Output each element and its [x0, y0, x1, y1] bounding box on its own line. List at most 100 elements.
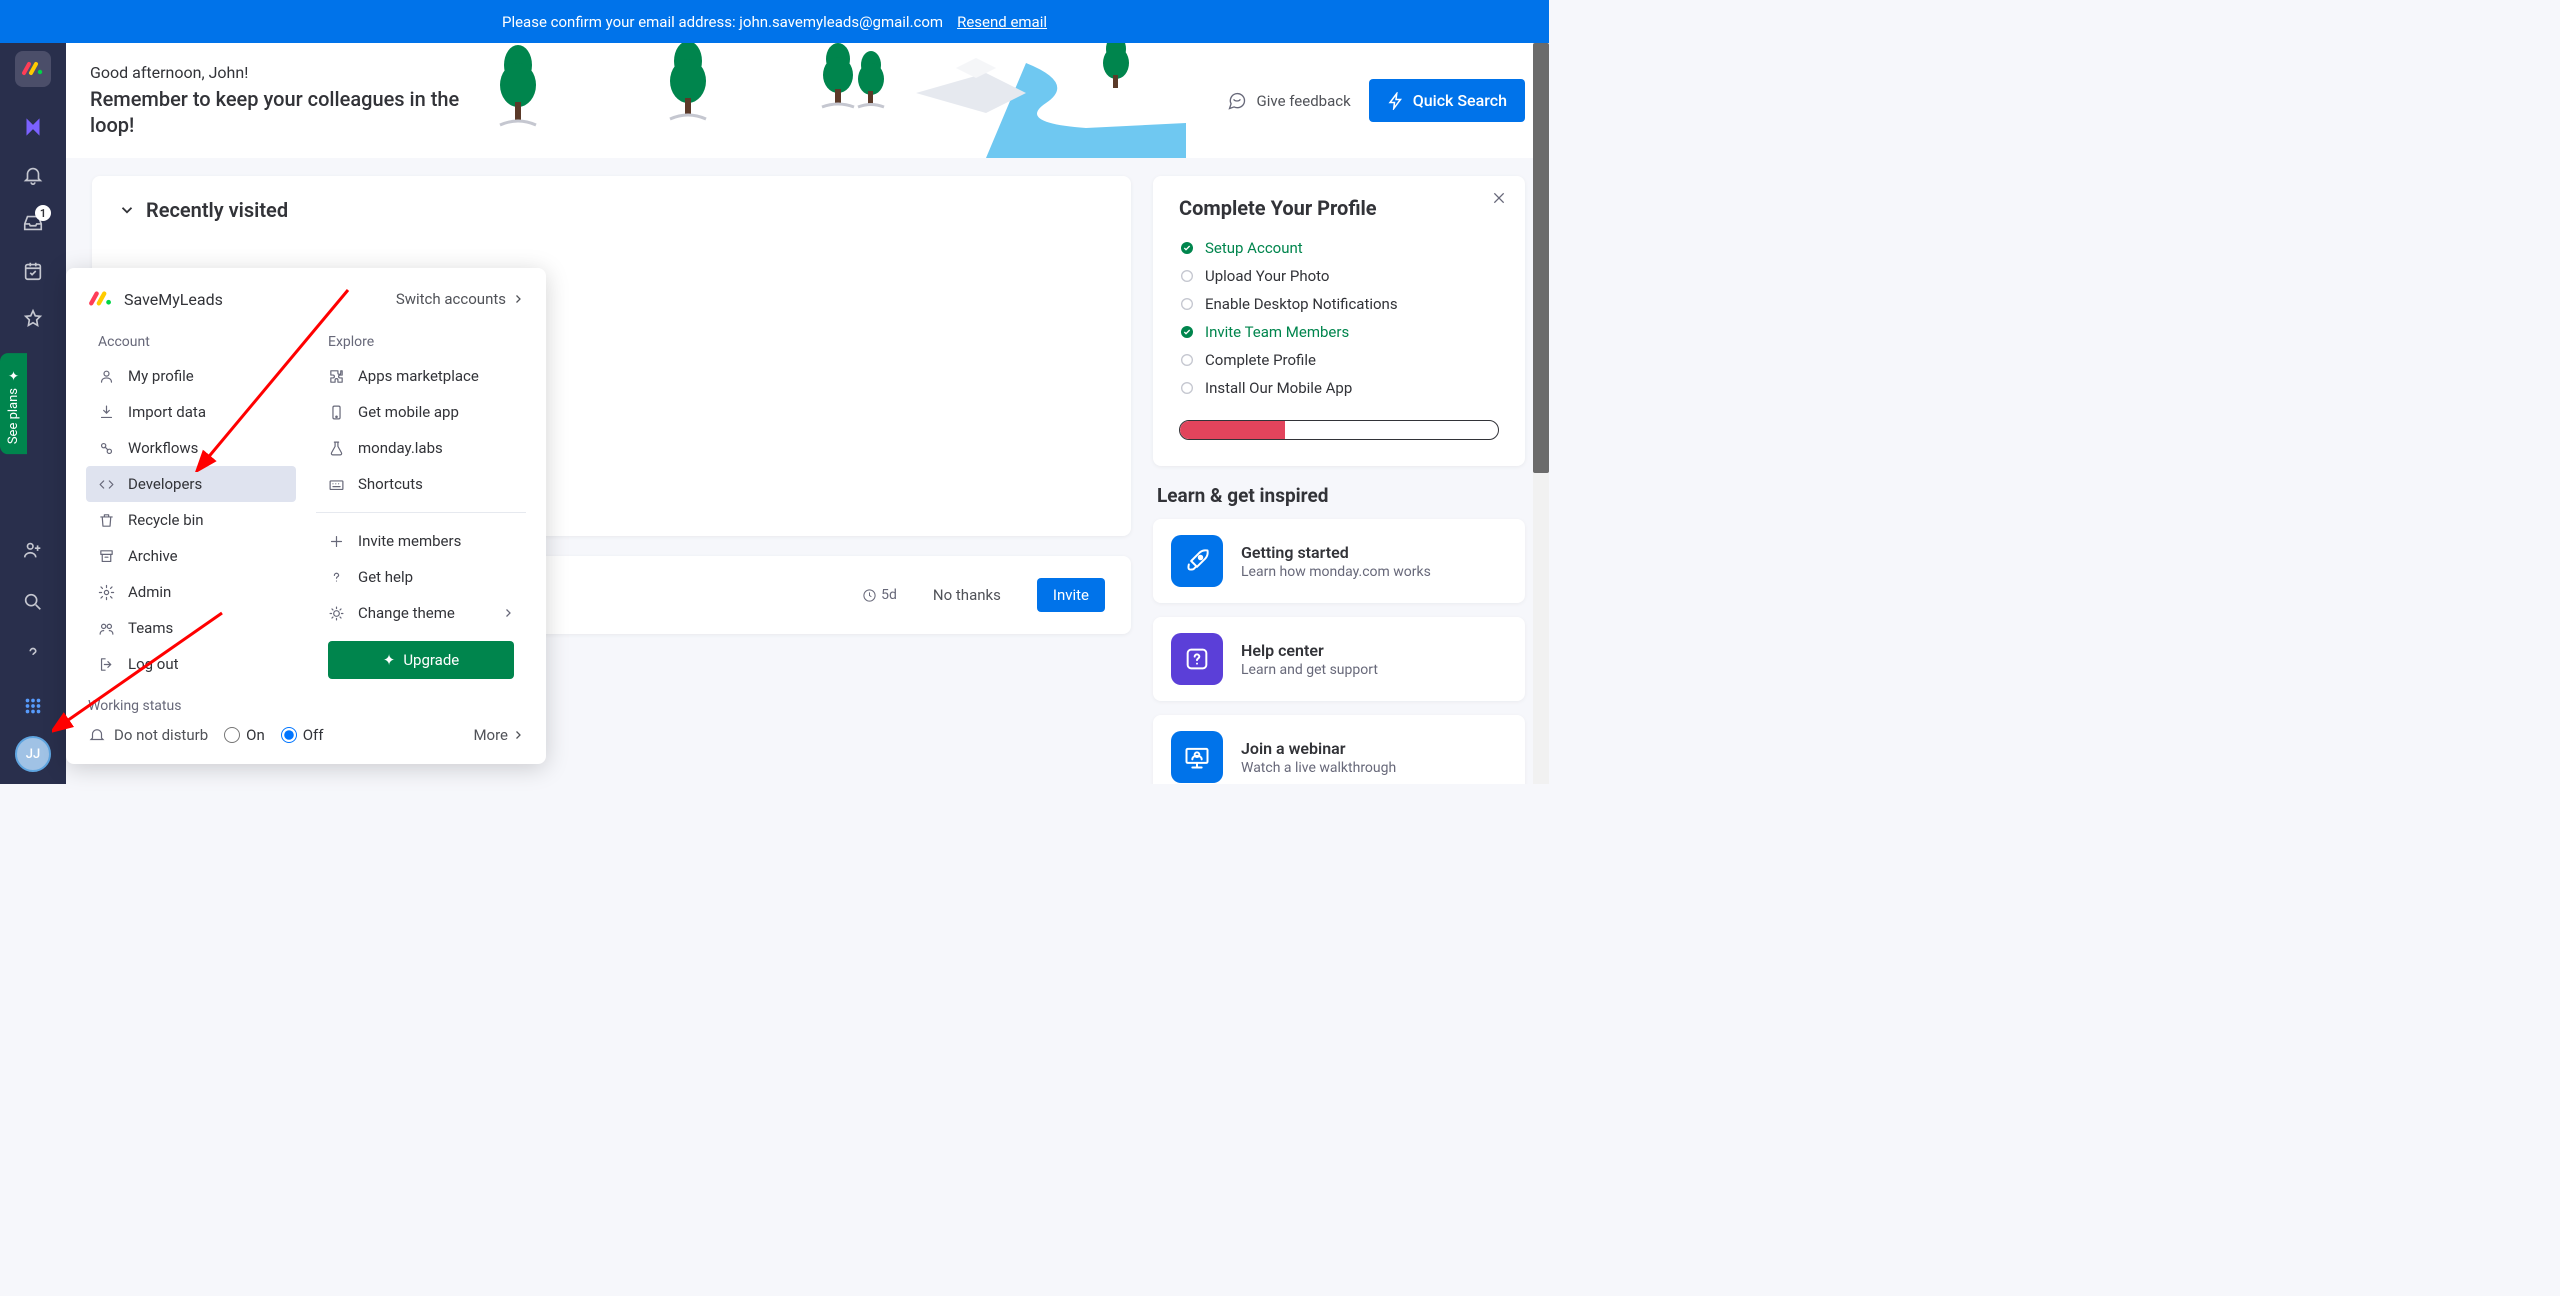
menu-item-monday.labs[interactable]: monday.labs — [316, 430, 526, 466]
menu-item-developers[interactable]: Developers — [86, 466, 296, 502]
nav-invite[interactable] — [11, 528, 55, 572]
profile-progress-bar — [1179, 420, 1499, 440]
vertical-scrollbar[interactable] — [1533, 43, 1549, 784]
nav-workspaces[interactable] — [11, 105, 55, 149]
apps-grid-icon — [22, 695, 44, 717]
quick-search-label: Quick Search — [1413, 91, 1507, 110]
help-icon — [1171, 633, 1223, 685]
chevron-right-icon — [512, 729, 524, 741]
quick-search-button[interactable]: Quick Search — [1369, 79, 1525, 122]
webinar-icon — [1171, 731, 1223, 783]
explore-section-label: Explore — [316, 326, 526, 358]
close-icon — [1491, 190, 1507, 206]
learn-title: Learn & get inspired — [1153, 484, 1525, 507]
close-profile-card[interactable] — [1491, 190, 1507, 206]
clock-icon — [862, 588, 877, 603]
menu-item-get-mobile-app[interactable]: Get mobile app — [316, 394, 526, 430]
dnd-more-button[interactable]: More — [473, 726, 524, 744]
nav-inbox[interactable]: 1 — [11, 201, 55, 245]
circle-icon — [1179, 352, 1195, 368]
profile-title: Complete Your Profile — [1179, 196, 1499, 220]
profile-step-complete-profile[interactable]: Complete Profile — [1179, 346, 1499, 374]
learn-section: Learn & get inspired Getting startedLear… — [1153, 484, 1525, 784]
learn-item-getting-started[interactable]: Getting startedLearn how monday.com work… — [1153, 519, 1525, 603]
question-icon — [328, 569, 346, 586]
complete-profile-card: Complete Your Profile Setup AccountUploa… — [1153, 176, 1525, 466]
user-icon — [98, 368, 116, 385]
keyboard-icon — [328, 476, 346, 493]
star-icon — [22, 308, 44, 330]
menu-item-recycle-bin[interactable]: Recycle bin — [86, 502, 296, 538]
learn-item-join-a-webinar[interactable]: Join a webinarWatch a live walkthrough — [1153, 715, 1525, 784]
switch-accounts-button[interactable]: Switch accounts — [396, 290, 524, 308]
trash-icon — [98, 512, 116, 529]
nav-mywork[interactable] — [11, 249, 55, 293]
menu-item-shortcuts[interactable]: Shortcuts — [316, 466, 526, 502]
profile-step-install-our-mobile-app[interactable]: Install Our Mobile App — [1179, 374, 1499, 402]
menu-item-teams[interactable]: Teams — [86, 610, 296, 646]
resend-email-link[interactable]: Resend email — [957, 13, 1047, 31]
teams-icon — [98, 620, 116, 637]
scrollbar-thumb[interactable] — [1533, 43, 1549, 473]
nav-favorites[interactable] — [11, 297, 55, 341]
menu-item-archive[interactable]: Archive — [86, 538, 296, 574]
header-subline: Remember to keep your colleagues in the … — [90, 86, 470, 138]
org-switcher[interactable]: SaveMyLeads — [88, 286, 223, 312]
menu-item-admin[interactable]: Admin — [86, 574, 296, 610]
circle-icon — [1179, 296, 1195, 312]
gear-icon — [98, 584, 116, 601]
dnd-off-radio[interactable]: Off — [281, 726, 324, 744]
menu-item-my-profile[interactable]: My profile — [86, 358, 296, 394]
menu-item-workflows[interactable]: Workflows — [86, 430, 296, 466]
give-feedback-button[interactable]: Give feedback — [1227, 91, 1351, 111]
profile-step-upload-your-photo[interactable]: Upload Your Photo — [1179, 262, 1499, 290]
nav-notifications[interactable] — [11, 153, 55, 197]
dnd-on-radio[interactable]: On — [224, 726, 265, 744]
brightness-icon — [328, 605, 346, 622]
logout-icon — [98, 656, 116, 673]
profile-step-setup-account[interactable]: Setup Account — [1179, 234, 1499, 262]
check-circle-icon — [1179, 324, 1195, 340]
header-illustration — [486, 43, 1226, 158]
nav-search[interactable] — [11, 580, 55, 624]
profile-step-invite-team-members[interactable]: Invite Team Members — [1179, 318, 1499, 346]
menu-item-get-help[interactable]: Get help — [316, 559, 526, 595]
org-name: SaveMyLeads — [124, 290, 223, 309]
upgrade-button[interactable]: ✦ Upgrade — [328, 641, 514, 679]
learn-item-help-center[interactable]: Help centerLearn and get support — [1153, 617, 1525, 701]
menu-item-apps-marketplace[interactable]: Apps marketplace — [316, 358, 526, 394]
nav-apps[interactable] — [11, 684, 55, 728]
help-icon — [22, 643, 44, 665]
account-menu-popup: SaveMyLeads Switch accounts Account My p… — [66, 268, 546, 764]
menu-item-invite-members[interactable]: Invite members — [316, 523, 526, 559]
menu-item-log-out[interactable]: Log out — [86, 646, 296, 682]
mobile-icon — [328, 404, 346, 421]
invite-button[interactable]: Invite — [1037, 578, 1105, 612]
menu-item-import-data[interactable]: Import data — [86, 394, 296, 430]
progress-fill — [1180, 421, 1285, 439]
download-icon — [98, 404, 116, 421]
chevron-right-icon — [502, 607, 514, 619]
greeting-text: Good afternoon, John! — [90, 63, 470, 82]
no-thanks-button[interactable]: No thanks — [933, 586, 1001, 604]
search-icon — [22, 591, 44, 613]
nav-help[interactable] — [11, 632, 55, 676]
profile-step-enable-desktop-notifications[interactable]: Enable Desktop Notifications — [1179, 290, 1499, 318]
feedback-icon — [1227, 91, 1247, 111]
invite-card-time: 5d — [862, 587, 897, 603]
dnd-label: Do not disturb — [88, 726, 208, 744]
see-plans-tab[interactable]: See plans ✦ — [0, 353, 27, 454]
monday-logo[interactable] — [15, 51, 51, 87]
banner-text: Please confirm your email address: john.… — [502, 13, 943, 31]
plus-icon — [328, 533, 346, 550]
workspace-icon — [20, 114, 46, 140]
menu-item-change-theme[interactable]: Change theme — [316, 595, 526, 631]
recently-visited-title[interactable]: Recently visited — [118, 198, 1105, 222]
account-section-label: Account — [86, 326, 296, 358]
page-header: Good afternoon, John! Remember to keep y… — [66, 43, 1549, 158]
feedback-label: Give feedback — [1257, 92, 1351, 110]
user-avatar[interactable]: JJ — [15, 736, 51, 772]
lightning-icon — [1387, 92, 1405, 110]
sparkle-icon: ✦ — [6, 367, 21, 382]
upgrade-label: Upgrade — [403, 651, 459, 669]
